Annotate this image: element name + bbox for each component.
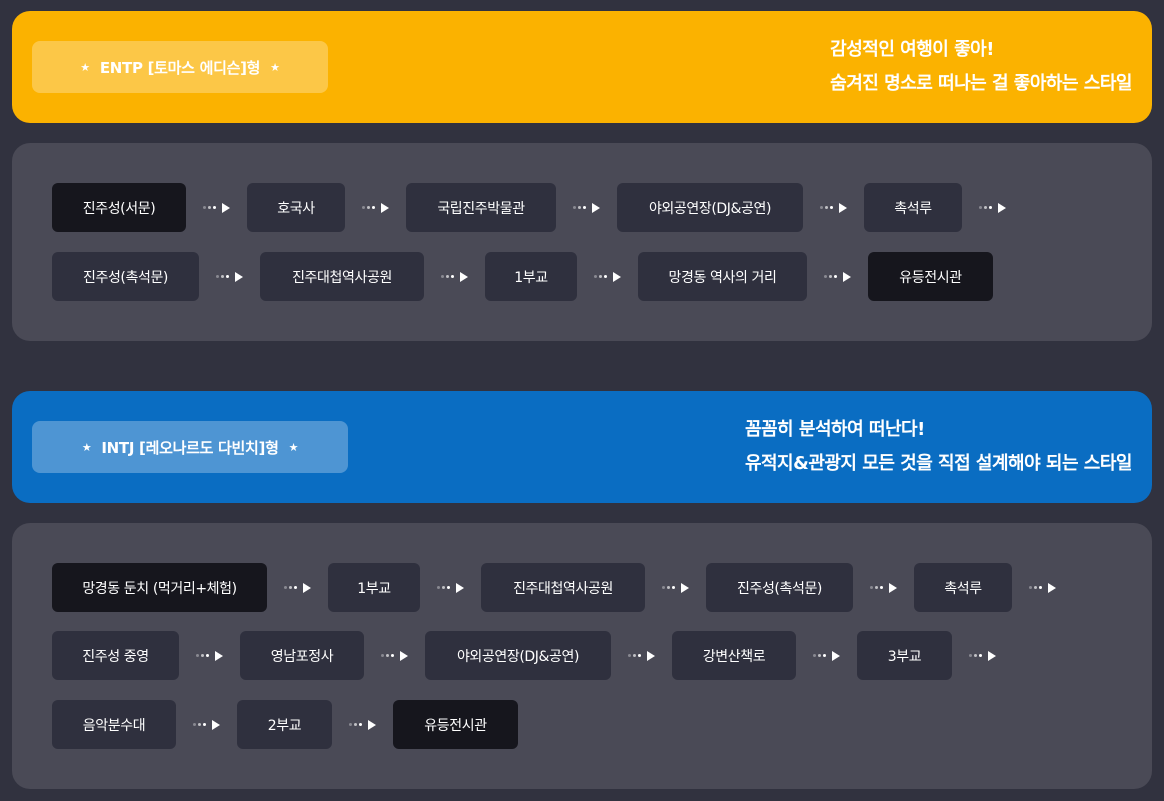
course-row: 진주성 중영 영남포정사 야외공연장(DJ&공연) 강변산책로 3부교 — [52, 631, 1013, 680]
entp-type-badge: ★ ENTP [토마스 에디슨]형 ★ — [32, 41, 328, 93]
next-arrow-icon — [807, 252, 868, 301]
course-stop[interactable]: 진주대첩역사공원 — [481, 563, 645, 612]
next-arrow-icon — [420, 563, 481, 612]
star-icon: ★ — [288, 440, 299, 454]
next-arrow-icon — [577, 252, 638, 301]
course-stop[interactable]: 3부교 — [857, 631, 952, 680]
course-stop[interactable]: 망경동 역사의 거리 — [638, 252, 807, 301]
next-arrow-icon — [332, 700, 393, 749]
entp-banner: ★ ENTP [토마스 에디슨]형 ★ 감성적인 여행이 좋아! 숨겨진 명소로… — [12, 11, 1152, 123]
next-arrow-icon — [952, 631, 1013, 680]
next-arrow-icon — [556, 183, 617, 232]
entp-tagline-line1: 감성적인 여행이 좋아! — [830, 39, 994, 60]
course-row: 음악분수대 2부교 유등전시관 — [52, 700, 518, 749]
star-icon: ★ — [80, 60, 90, 74]
course-stop[interactable]: 진주성 중영 — [52, 631, 179, 680]
course-stop[interactable]: 야외공연장(DJ&공연) — [617, 183, 803, 232]
next-arrow-icon — [803, 183, 864, 232]
intj-course-panel: 망경동 둔치 (먹거리+체험) 1부교 진주대첩역사공원 진주성(촉석문) 촉석… — [12, 523, 1152, 789]
star-icon: ★ — [81, 440, 92, 454]
course-stop[interactable]: 진주성(촉석문) — [52, 252, 199, 301]
next-arrow-icon — [645, 563, 706, 612]
course-row: 진주성(촉석문) 진주대첩역사공원 1부교 망경동 역사의 거리 유등전시관 — [52, 252, 993, 301]
star-icon: ★ — [270, 60, 280, 74]
course-stop[interactable]: 진주성(촉석문) — [706, 563, 853, 612]
course-row: 진주성(서문) 호국사 국립진주박물관 야외공연장(DJ&공연) 촉석루 — [52, 183, 1023, 232]
course-stop[interactable]: 2부교 — [237, 700, 332, 749]
course-stop[interactable]: 유등전시관 — [393, 700, 518, 749]
course-stop[interactable]: 촉석루 — [864, 183, 962, 232]
entp-course-panel: 진주성(서문) 호국사 국립진주박물관 야외공연장(DJ&공연) 촉석루 진주성… — [12, 143, 1152, 341]
course-stop[interactable]: 호국사 — [247, 183, 345, 232]
intj-type-label: INTJ [레오나르도 다빈치]형 — [101, 438, 279, 457]
next-arrow-icon — [345, 183, 406, 232]
course-stop[interactable]: 강변산책로 — [672, 631, 796, 680]
course-stop[interactable]: 유등전시관 — [868, 252, 993, 301]
next-arrow-icon — [364, 631, 425, 680]
course-stop[interactable]: 야외공연장(DJ&공연) — [425, 631, 611, 680]
next-arrow-icon — [796, 631, 857, 680]
next-arrow-icon — [199, 252, 260, 301]
course-stop[interactable]: 진주대첩역사공원 — [260, 252, 424, 301]
next-arrow-icon — [611, 631, 672, 680]
next-arrow-icon — [267, 563, 328, 612]
course-stop[interactable]: 음악분수대 — [52, 700, 176, 749]
intj-type-badge: ★ INTJ [레오나르도 다빈치]형 ★ — [32, 421, 348, 473]
intj-banner: ★ INTJ [레오나르도 다빈치]형 ★ 꼼꼼히 분석하여 떠난다! 유적지&… — [12, 391, 1152, 503]
entp-tagline-line2: 숨겨진 명소로 떠나는 걸 좋아하는 스타일 — [830, 73, 1132, 94]
intj-tagline-line1: 꼼꼼히 분석하여 떠난다! — [744, 419, 925, 440]
course-stop[interactable]: 1부교 — [328, 563, 420, 612]
next-arrow-icon — [424, 252, 485, 301]
next-arrow-icon — [962, 183, 1023, 232]
next-arrow-icon — [179, 631, 240, 680]
course-stop[interactable]: 진주성(서문) — [52, 183, 186, 232]
next-arrow-icon — [853, 563, 914, 612]
next-arrow-icon — [176, 700, 237, 749]
course-stop[interactable]: 1부교 — [485, 252, 577, 301]
course-stop[interactable]: 촉석루 — [914, 563, 1012, 612]
intj-tagline-line2: 유적지&관광지 모든 것을 직접 설계해야 되는 스타일 — [744, 453, 1133, 474]
course-stop[interactable]: 영남포정사 — [240, 631, 364, 680]
entp-type-label: ENTP [토마스 에디슨]형 — [99, 58, 261, 77]
next-arrow-icon — [186, 183, 247, 232]
intj-tagline: 꼼꼼히 분석하여 떠난다! 유적지&관광지 모든 것을 직접 설계해야 되는 스… — [744, 413, 1133, 481]
course-stop[interactable]: 망경동 둔치 (먹거리+체험) — [52, 563, 267, 612]
entp-tagline: 감성적인 여행이 좋아! 숨겨진 명소로 떠나는 걸 좋아하는 스타일 — [830, 33, 1132, 101]
course-stop[interactable]: 국립진주박물관 — [406, 183, 556, 232]
next-arrow-icon — [1012, 563, 1073, 612]
course-row: 망경동 둔치 (먹거리+체험) 1부교 진주대첩역사공원 진주성(촉석문) 촉석… — [52, 563, 1073, 612]
